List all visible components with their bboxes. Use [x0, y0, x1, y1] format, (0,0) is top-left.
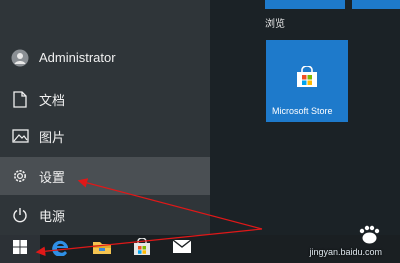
arrow-to-settings [77, 178, 263, 230]
arrow-to-start [35, 228, 263, 257]
baidu-jingyan-logo [359, 225, 380, 244]
watermark-url: jingyan.baidu.com [309, 247, 382, 257]
annotation-arrows [35, 178, 263, 257]
